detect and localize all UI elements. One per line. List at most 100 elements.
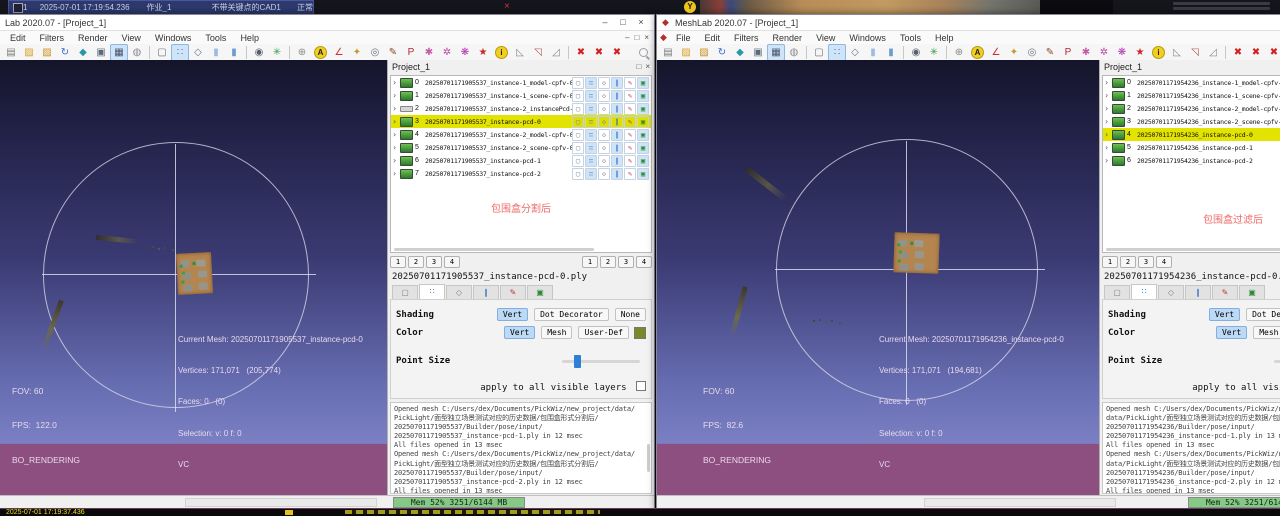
expand-caret-icon[interactable]: › — [391, 156, 398, 165]
tab-pause-icon[interactable]: ∥ — [473, 285, 499, 299]
layer-row[interactable]: ›020250701171905537_instance-1_model-cpf… — [391, 76, 651, 89]
layer-pause-icon[interactable]: ∥ — [611, 116, 623, 128]
layer-pause-icon[interactable]: ∥ — [611, 129, 623, 141]
layer-box-green-icon[interactable]: ▣ — [637, 116, 649, 128]
layer-edit-red-icon[interactable]: ✎ — [624, 77, 636, 89]
quality-star-icon[interactable]: ★ — [1131, 44, 1149, 61]
camera-eye-icon[interactable]: ◎ — [1023, 44, 1041, 61]
page-button-3[interactable]: 3 — [426, 256, 442, 268]
smooth-view-icon[interactable]: ▮ — [225, 44, 243, 61]
layer-wireframe-icon[interactable]: ◇ — [598, 116, 610, 128]
layer-bbox-icon[interactable]: ▢ — [572, 142, 584, 154]
close-icon[interactable]: × — [504, 0, 510, 13]
tab-box-green-icon[interactable]: ▣ — [1239, 285, 1265, 299]
layer-row[interactable]: ›520250701171954236_instance-pcd-1▢∷◇∥✎▣ — [1103, 141, 1280, 154]
layer-pause-icon[interactable]: ∥ — [611, 155, 623, 167]
import-mesh-folder-icon[interactable]: ▨ — [695, 44, 713, 61]
flat-view-icon[interactable]: ▮ — [864, 44, 882, 61]
layer-row[interactable]: ›220250701171954236_instance-2_model-cpf… — [1103, 102, 1280, 115]
layer-row[interactable]: ›620250701171954236_instance-pcd-2▢∷◇∥✎▣ — [1103, 154, 1280, 167]
mesh-select-1-icon[interactable]: ✱ — [1077, 44, 1095, 61]
snapshot-camera-icon[interactable]: ▣ — [749, 44, 767, 61]
visibility-eye-icon[interactable] — [1112, 104, 1125, 114]
float-icon[interactable]: □ — [636, 62, 641, 71]
dock-header[interactable]: Project_1 □ × — [388, 60, 654, 73]
menu-windows[interactable]: Windows — [148, 33, 199, 43]
reload-icon[interactable]: ↻ — [713, 44, 731, 61]
expand-caret-icon[interactable]: › — [1103, 78, 1110, 87]
tab-bbox-icon[interactable]: ▢ — [392, 285, 418, 299]
visibility-eye-icon[interactable] — [1112, 78, 1125, 88]
minimize-icon[interactable]: – — [597, 16, 613, 29]
select-lasso-3-icon[interactable]: ◿ — [1204, 44, 1222, 61]
select-lasso-3-icon[interactable]: ◿ — [547, 44, 565, 61]
layer-name[interactable]: 20250701171954236_instance-1_model-cpfv-… — [1137, 79, 1280, 87]
layer-wireframe-icon[interactable]: ◇ — [598, 103, 610, 115]
menu-file[interactable]: File — [669, 33, 698, 43]
expand-caret-icon[interactable]: › — [391, 117, 398, 126]
points-view-icon[interactable]: ∷ — [171, 44, 189, 61]
layer-wireframe-icon[interactable]: ◇ — [598, 155, 610, 167]
delete-mesh-icon[interactable]: ✖ — [1265, 44, 1280, 61]
log-console[interactable]: Opened mesh C:/Users/dex/Documents/PickW… — [390, 402, 652, 494]
layer-name[interactable]: 20250701171954236_instance-pcd-1 — [1137, 144, 1280, 152]
reload-icon[interactable]: ↻ — [56, 44, 74, 61]
vertical-scrollbar[interactable] — [647, 444, 650, 472]
wireframe-view-icon[interactable]: ◇ — [846, 44, 864, 61]
layer-points-icon[interactable]: ∷ — [585, 77, 597, 89]
layer-bbox-icon[interactable]: ▢ — [572, 90, 584, 102]
layer-row[interactable]: ›320250701171954236_instance-2_scene-cpf… — [1103, 115, 1280, 128]
apply-checkbox[interactable] — [636, 381, 646, 391]
layer-bbox-icon[interactable]: ▢ — [572, 77, 584, 89]
page-button-1[interactable]: 1 — [390, 256, 406, 268]
manipulator-crosshair-icon[interactable]: ⊕ — [293, 44, 311, 61]
option-dot-decorator[interactable]: Dot Decorator — [1246, 308, 1280, 321]
close-icon[interactable]: × — [633, 16, 649, 29]
layer-name[interactable]: 20250701171905537_instance-pcd-0 — [425, 118, 572, 126]
option-vert[interactable]: Vert — [504, 326, 535, 339]
select-lasso-2-icon[interactable]: ◹ — [1186, 44, 1204, 61]
delete-mesh-icon[interactable]: ✖ — [608, 44, 626, 61]
tab-wireframe-icon[interactable]: ◇ — [446, 285, 472, 299]
layer-name[interactable]: 20250701171905537_instance-2_model-cpfv-… — [425, 131, 572, 139]
mdi-restore-icon[interactable]: □ — [634, 33, 639, 42]
layer-name[interactable]: 20250701171905537_instance-pcd-2 — [425, 170, 572, 178]
annotation-a-icon[interactable]: A — [971, 46, 984, 59]
expand-caret-icon[interactable]: › — [391, 78, 398, 87]
mesh-select-2-icon[interactable]: ✲ — [438, 44, 456, 61]
shaded-cube-icon[interactable]: ▦ — [110, 44, 128, 61]
measure-angle-icon[interactable]: ∠ — [330, 44, 348, 61]
paint-brush-icon[interactable]: ✎ — [384, 44, 402, 61]
flat-view-icon[interactable]: ▮ — [207, 44, 225, 61]
slider-thumb[interactable] — [574, 355, 581, 368]
tab-box-green-icon[interactable]: ▣ — [527, 285, 553, 299]
layer-wireframe-icon[interactable]: ◇ — [598, 168, 610, 180]
measure-angle-icon[interactable]: ∠ — [987, 44, 1005, 61]
new-document-icon[interactable]: ▤ — [659, 44, 677, 61]
pickpoints-pp-icon[interactable]: P — [402, 44, 420, 61]
tab-edit-red-icon[interactable]: ✎ — [500, 285, 526, 299]
tab-points-icon[interactable]: ∷ — [419, 284, 445, 299]
select-lasso-1-icon[interactable]: ◺ — [1168, 44, 1186, 61]
layer-pause-icon[interactable]: ∥ — [611, 90, 623, 102]
layer-bbox-icon[interactable]: ▢ — [572, 103, 584, 115]
layer-pause-icon[interactable]: ∥ — [611, 103, 623, 115]
layer-row[interactable]: ›420250701171954236_instance-pcd-0▢∷◇∥✎▣ — [1103, 128, 1280, 141]
visibility-eye-icon[interactable] — [400, 143, 413, 153]
page-button-4[interactable]: 4 — [1156, 256, 1172, 268]
light-tool-icon[interactable]: ✦ — [1005, 44, 1023, 61]
visibility-eye-icon[interactable] — [1112, 156, 1125, 166]
menu-help[interactable]: Help — [233, 33, 266, 43]
point-size-slider[interactable] — [1274, 360, 1280, 363]
layer-box-green-icon[interactable]: ▣ — [637, 90, 649, 102]
layer-points-icon[interactable]: ∷ — [585, 142, 597, 154]
layer-box-green-icon[interactable]: ▣ — [637, 168, 649, 180]
page-button-4[interactable]: 4 — [444, 256, 460, 268]
expand-caret-icon[interactable]: › — [391, 91, 398, 100]
expand-caret-icon[interactable]: › — [1103, 91, 1110, 100]
light-tool-icon[interactable]: ✦ — [348, 44, 366, 61]
viewport-3d[interactable]: FOV: 60 FPS: 122.0 BO_RENDERING Current … — [0, 60, 387, 496]
tab-bbox-icon[interactable]: ▢ — [1104, 285, 1130, 299]
layer-pause-icon[interactable]: ∥ — [611, 77, 623, 89]
visibility-eye-icon[interactable] — [400, 106, 413, 112]
